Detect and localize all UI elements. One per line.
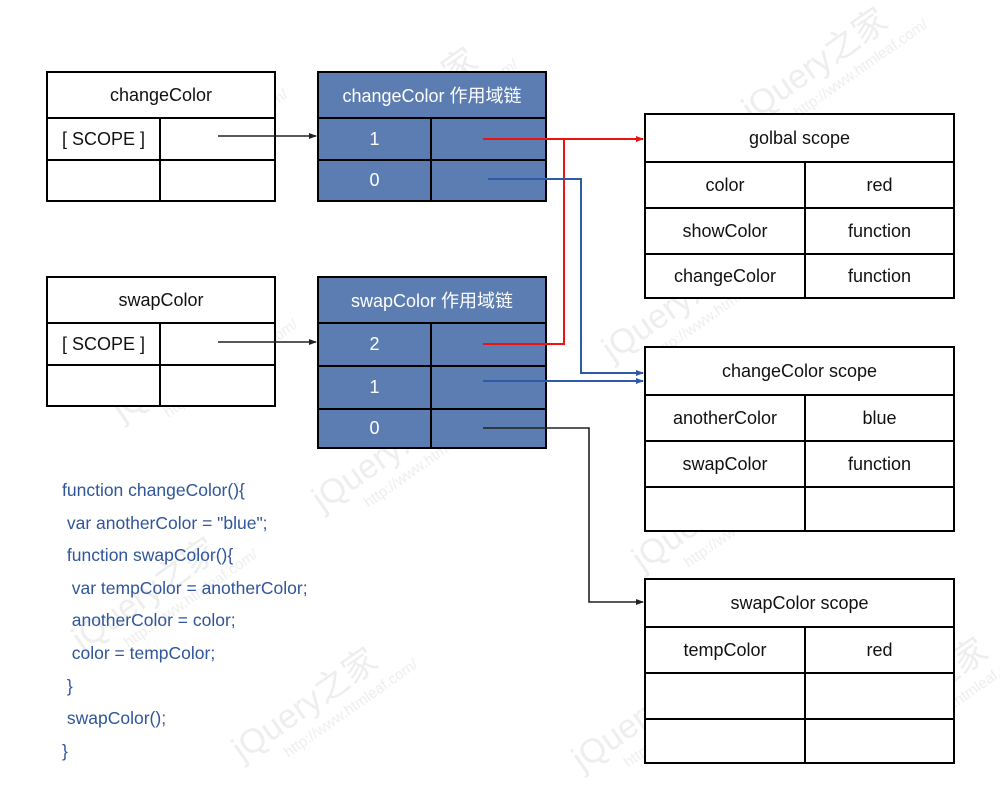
code-line: var tempColor = anotherColor; — [62, 577, 308, 598]
empty-cell — [48, 161, 159, 200]
code-line: swapColor(); — [62, 708, 167, 729]
variable-value: function — [804, 442, 953, 486]
variable-name: changeColor — [673, 265, 777, 286]
function-object-title: changeColor — [109, 84, 213, 105]
swapColor-scope-table: swapColor scope tempColor red — [644, 578, 955, 764]
empty-cell — [646, 488, 804, 530]
scope-property: [ SCOPE ] — [61, 128, 146, 149]
chain-index: 0 — [369, 418, 380, 438]
empty-cell — [646, 720, 804, 762]
code-line: } — [62, 740, 68, 761]
chain-pointer — [430, 410, 545, 447]
code-line: var anotherColor = "blue"; — [62, 512, 268, 533]
scope-title: swapColor scope — [730, 592, 869, 613]
global-scope-table: golbal scope color red showColor functio… — [644, 113, 955, 299]
variable-value: function — [804, 209, 953, 253]
empty-cell — [48, 366, 159, 405]
code-line: } — [62, 675, 73, 696]
chain-index: 1 — [369, 377, 380, 397]
empty-cell — [804, 674, 953, 718]
variable-value: blue — [804, 396, 953, 440]
variable-value: function — [804, 255, 953, 297]
empty-cell — [646, 674, 804, 718]
chain-pointer — [430, 119, 545, 159]
empty-cell — [159, 161, 274, 200]
swapColor-function-object: swapColor [ SCOPE ] — [46, 276, 276, 407]
scope-pointer-cell — [159, 119, 274, 159]
scope-chain-title: swapColor 作用域链 — [350, 291, 514, 311]
variable-value: red — [804, 628, 953, 672]
variable-name: tempColor — [683, 639, 767, 660]
scope-title: changeColor scope — [721, 360, 878, 381]
variable-name: color — [705, 174, 745, 195]
code-line: function swapColor(){ — [62, 545, 234, 566]
scope-chain-title: changeColor 作用域链 — [342, 86, 522, 106]
chain-index: 0 — [369, 170, 380, 190]
empty-cell — [804, 488, 953, 530]
code-line: function changeColor(){ — [62, 480, 245, 500]
variable-name: showColor — [682, 220, 768, 241]
scope-title: golbal scope — [748, 127, 851, 148]
code-listing: function changeColor(){ var anotherColor… — [62, 476, 308, 769]
scope-pointer-cell — [159, 324, 274, 364]
variable-value: red — [804, 163, 953, 207]
chain-index: 2 — [369, 334, 380, 354]
chain-pointer — [430, 161, 545, 200]
function-object-title: swapColor — [118, 289, 204, 310]
chain-index: 1 — [369, 128, 380, 149]
changeColor-scope-table: changeColor scope anotherColor blue swap… — [644, 346, 955, 532]
link-black-swapColor-0-to-swapColor-scope — [483, 427, 644, 605]
scope-property: [ SCOPE ] — [61, 333, 146, 354]
empty-cell — [159, 366, 274, 405]
chain-pointer — [430, 324, 545, 365]
variable-name: swapColor — [682, 453, 768, 474]
variable-name: anotherColor — [672, 407, 778, 428]
changeColor-scope-chain: changeColor 作用域链 1 0 — [317, 71, 547, 202]
swapColor-scope-chain: swapColor 作用域链 2 1 0 — [317, 276, 547, 449]
code-line: anotherColor = color; — [62, 610, 236, 631]
changeColor-function-object: changeColor [ SCOPE ] — [46, 71, 276, 202]
code-line: color = tempColor; — [62, 642, 216, 663]
chain-pointer — [430, 367, 545, 408]
empty-cell — [804, 720, 953, 762]
